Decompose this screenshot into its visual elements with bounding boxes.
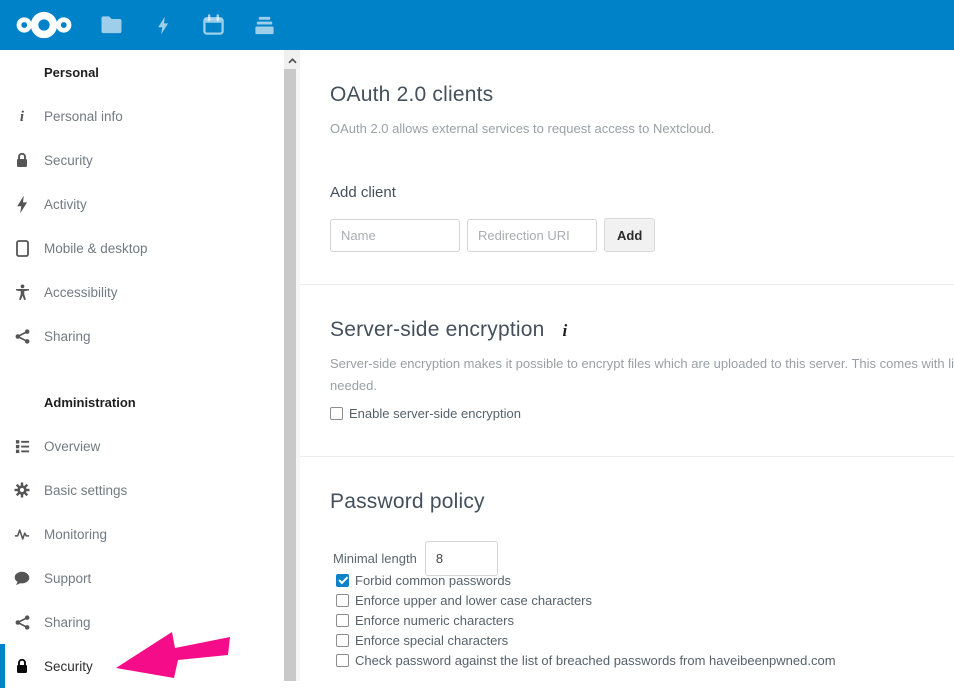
overview-icon bbox=[14, 438, 30, 455]
sidebar-item-label: Support bbox=[44, 571, 91, 586]
minimal-length-label: Minimal length bbox=[333, 551, 417, 566]
settings-sidebar: Personal i Personal info Security Activi… bbox=[0, 50, 300, 681]
activity-app-icon[interactable] bbox=[151, 14, 174, 37]
scrollbar-thumb[interactable] bbox=[284, 69, 296, 681]
enable-encryption-checkbox[interactable] bbox=[330, 407, 343, 420]
enforce-case-checkbox[interactable] bbox=[336, 594, 349, 607]
sidebar-item-personal-info[interactable]: i Personal info bbox=[0, 94, 300, 138]
gear-icon bbox=[14, 482, 30, 499]
enable-encryption-row[interactable]: Enable server-side encryption bbox=[330, 406, 954, 421]
sidebar-section-administration: Administration bbox=[0, 380, 300, 424]
encryption-description-line1: Server-side encryption makes it possible… bbox=[330, 357, 954, 371]
add-client-subheading: Add client bbox=[330, 184, 954, 201]
check-hibp-row[interactable]: Check password against the list of breac… bbox=[336, 650, 954, 670]
checkbox-label: Enforce upper and lower case characters bbox=[355, 593, 592, 608]
sidebar-item-sharing-admin[interactable]: Sharing bbox=[0, 600, 300, 644]
encryption-heading: Server-side encryption bbox=[330, 318, 545, 342]
password-policy-section: Password policy Minimal length Forbid co… bbox=[300, 457, 954, 681]
chat-bubble-icon bbox=[14, 570, 30, 587]
lightning-icon bbox=[14, 196, 30, 213]
share-icon bbox=[14, 614, 30, 631]
nextcloud-logo[interactable] bbox=[12, 8, 78, 42]
svg-text:i: i bbox=[20, 109, 25, 124]
sidebar-item-sharing-personal[interactable]: Sharing bbox=[0, 314, 300, 358]
sidebar-item-label: Accessibility bbox=[44, 285, 118, 300]
sidebar-item-mobile-desktop[interactable]: Mobile & desktop bbox=[0, 226, 300, 270]
sidebar-item-label: Monitoring bbox=[44, 527, 107, 542]
password-policy-heading: Password policy bbox=[330, 490, 954, 514]
oauth-description: OAuth 2.0 allows external services to re… bbox=[330, 122, 954, 136]
lock-icon bbox=[14, 658, 30, 675]
forbid-common-passwords-row[interactable]: Forbid common passwords bbox=[336, 570, 954, 590]
top-header bbox=[0, 0, 954, 50]
enforce-case-row[interactable]: Enforce upper and lower case characters bbox=[336, 590, 954, 610]
sidebar-item-label: Sharing bbox=[44, 329, 91, 344]
sidebar-item-label: Mobile & desktop bbox=[44, 241, 148, 256]
enforce-numeric-checkbox[interactable] bbox=[336, 614, 349, 627]
oauth-clients-heading: OAuth 2.0 clients bbox=[330, 83, 954, 107]
sidebar-item-label: Overview bbox=[44, 439, 100, 454]
sidebar-item-label: Activity bbox=[44, 197, 87, 212]
minimal-length-input[interactable] bbox=[425, 541, 498, 576]
sidebar-scrollbar[interactable] bbox=[284, 50, 300, 681]
client-name-input[interactable] bbox=[330, 219, 460, 252]
share-icon bbox=[14, 328, 30, 345]
encryption-description-line2: needed. bbox=[330, 379, 954, 393]
mobile-icon bbox=[14, 240, 30, 257]
settings-content: OAuth 2.0 clients OAuth 2.0 allows exter… bbox=[300, 50, 954, 681]
server-side-encryption-section: Server-side encryption i Server-side enc… bbox=[300, 285, 954, 457]
chevron-up-icon bbox=[288, 51, 297, 69]
sidebar-item-basic-settings[interactable]: Basic settings bbox=[0, 468, 300, 512]
deck-app-icon[interactable] bbox=[253, 14, 276, 37]
sidebar-item-overview[interactable]: Overview bbox=[0, 424, 300, 468]
sidebar-item-label: Sharing bbox=[44, 615, 91, 630]
sidebar-item-security-admin[interactable]: Security bbox=[0, 644, 300, 688]
password-policy-options: Forbid common passwords Enforce upper an… bbox=[336, 570, 954, 670]
sidebar-item-label: Basic settings bbox=[44, 483, 127, 498]
enforce-special-checkbox[interactable] bbox=[336, 634, 349, 647]
enforce-numeric-row[interactable]: Enforce numeric characters bbox=[336, 610, 954, 630]
checkbox-label: Check password against the list of breac… bbox=[355, 653, 836, 668]
redirection-uri-input[interactable] bbox=[467, 219, 597, 252]
forbid-common-passwords-checkbox[interactable] bbox=[336, 574, 349, 587]
checkbox-label: Forbid common passwords bbox=[355, 573, 511, 588]
sidebar-section-personal: Personal bbox=[0, 50, 300, 94]
scroll-up-button[interactable] bbox=[284, 50, 300, 69]
info-icon: i bbox=[14, 108, 30, 125]
add-client-form: Add bbox=[330, 218, 954, 252]
sidebar-item-label: Security bbox=[44, 153, 93, 168]
sidebar-item-accessibility[interactable]: Accessibility bbox=[0, 270, 300, 314]
info-icon[interactable]: i bbox=[563, 321, 568, 341]
checkbox-label: Enforce numeric characters bbox=[355, 613, 514, 628]
sidebar-item-activity[interactable]: Activity bbox=[0, 182, 300, 226]
sidebar-item-security-personal[interactable]: Security bbox=[0, 138, 300, 182]
sidebar-item-monitoring[interactable]: Monitoring bbox=[0, 512, 300, 556]
enforce-special-row[interactable]: Enforce special characters bbox=[336, 630, 954, 650]
monitoring-icon bbox=[14, 526, 30, 543]
oauth-clients-section: OAuth 2.0 clients OAuth 2.0 allows exter… bbox=[300, 50, 954, 285]
enable-encryption-label: Enable server-side encryption bbox=[349, 406, 521, 421]
calendar-app-icon[interactable] bbox=[202, 14, 225, 37]
check-hibp-checkbox[interactable] bbox=[336, 654, 349, 667]
checkbox-label: Enforce special characters bbox=[355, 633, 508, 648]
sidebar-item-label: Security bbox=[44, 659, 93, 674]
add-client-button[interactable]: Add bbox=[604, 218, 655, 252]
files-app-icon[interactable] bbox=[100, 14, 123, 37]
accessibility-icon bbox=[14, 284, 30, 301]
sidebar-item-support[interactable]: Support bbox=[0, 556, 300, 600]
app-navigation bbox=[100, 14, 276, 37]
lock-icon bbox=[14, 152, 30, 169]
sidebar-item-label: Personal info bbox=[44, 109, 123, 124]
